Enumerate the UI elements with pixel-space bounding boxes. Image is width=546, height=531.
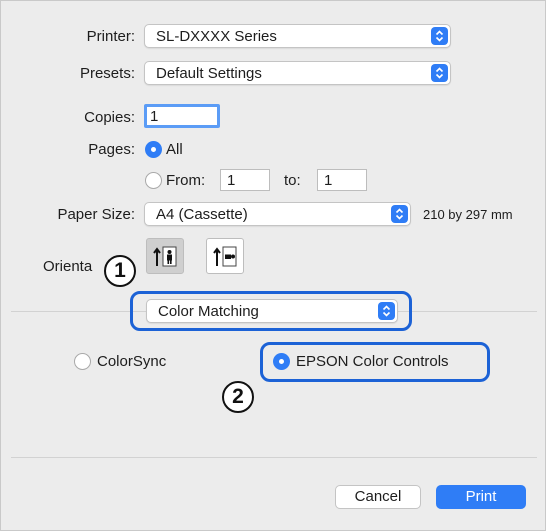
presets-value: Default Settings bbox=[156, 65, 262, 82]
portrait-orientation-icon bbox=[153, 246, 177, 267]
printer-label: Printer: bbox=[86, 28, 135, 45]
cancel-button[interactable]: Cancel bbox=[335, 485, 421, 509]
callout-2-badge: 2 bbox=[222, 381, 254, 413]
paper-dimensions: 210 by 297 mm bbox=[423, 207, 513, 222]
copies-input[interactable]: 1 bbox=[144, 104, 220, 128]
pages-to-input[interactable]: 1 bbox=[317, 169, 367, 191]
printer-select[interactable]: SL-DXXXX Series bbox=[144, 24, 451, 48]
separator bbox=[11, 457, 537, 458]
pages-from-label: From: bbox=[166, 172, 206, 189]
presets-label: Presets: bbox=[79, 65, 135, 82]
printer-value: SL-DXXXX Series bbox=[156, 28, 277, 45]
landscape-orientation-icon bbox=[213, 246, 237, 267]
panel-select[interactable]: Color Matching bbox=[146, 299, 398, 323]
chevron-updown-icon bbox=[391, 205, 408, 223]
chevron-updown-icon bbox=[431, 64, 448, 82]
copies-value: 1 bbox=[150, 108, 159, 125]
callout-1-badge: 1 bbox=[104, 255, 136, 287]
panel-value: Color Matching bbox=[158, 303, 259, 320]
presets-select[interactable]: Default Settings bbox=[144, 61, 451, 85]
orientation-portrait-button[interactable] bbox=[146, 238, 184, 274]
print-button[interactable]: Print bbox=[436, 485, 526, 509]
paper-size-value: A4 (Cassette) bbox=[156, 206, 248, 223]
pages-all-label: All bbox=[166, 141, 183, 158]
epson-color-controls-radio[interactable] bbox=[273, 353, 290, 370]
print-dialog: Printer: SL-DXXXX Series Presets: Defaul… bbox=[0, 0, 546, 531]
epson-color-controls-label: EPSON Color Controls bbox=[296, 353, 449, 370]
chevron-updown-icon bbox=[431, 27, 448, 45]
pages-label: Pages: bbox=[88, 141, 135, 158]
colorsync-radio[interactable] bbox=[74, 353, 91, 370]
chevron-updown-icon bbox=[378, 302, 395, 320]
pages-from-radio[interactable] bbox=[145, 172, 162, 189]
pages-to-value: 1 bbox=[324, 172, 333, 189]
pages-to-label: to: bbox=[284, 172, 301, 189]
pages-from-value: 1 bbox=[227, 172, 236, 189]
copies-label: Copies: bbox=[84, 109, 135, 126]
paper-size-select[interactable]: A4 (Cassette) bbox=[144, 202, 411, 226]
pages-all-radio[interactable] bbox=[145, 141, 162, 158]
orientation-label: Orienta bbox=[43, 258, 93, 275]
colorsync-label: ColorSync bbox=[97, 353, 167, 370]
paper-size-label: Paper Size: bbox=[57, 206, 135, 223]
pages-from-input[interactable]: 1 bbox=[220, 169, 270, 191]
orientation-landscape-button[interactable] bbox=[206, 238, 244, 274]
